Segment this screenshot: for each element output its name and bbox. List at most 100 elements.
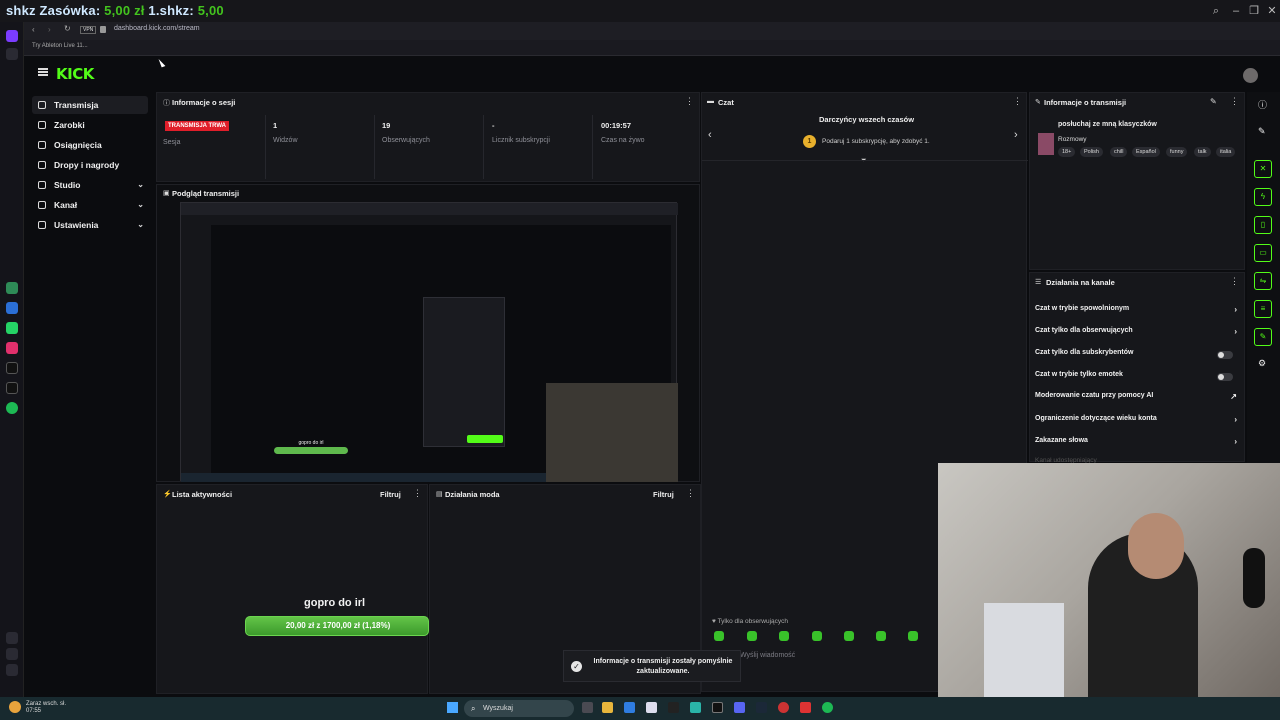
chevron-left-icon[interactable]: ‹	[708, 129, 712, 141]
kebab-menu-icon[interactable]: ⋮	[686, 488, 695, 499]
ableton-icon[interactable]	[668, 702, 679, 713]
slow-mode-row[interactable]: Czat w trybie spowolnionym ›	[1035, 305, 1241, 319]
account-age-row[interactable]: Ograniczenie dotyczące wieku konta ›	[1035, 415, 1241, 429]
banned-words-row[interactable]: Zakazane słowa ›	[1035, 437, 1241, 451]
chevron-right-icon: ›	[1234, 415, 1237, 424]
forward-icon[interactable]: ›	[48, 25, 51, 34]
spotify-icon[interactable]	[6, 402, 18, 414]
whatsapp-icon[interactable]	[6, 322, 18, 334]
chat-input[interactable]: Wyślij wiadomość	[712, 648, 940, 666]
kebab-menu-icon[interactable]: ⋮	[1230, 96, 1239, 107]
chevron-right-icon[interactable]: ›	[1014, 129, 1018, 141]
ai-moderation-row[interactable]: Moderowanie czatu przy pomocy AI ↗	[1035, 392, 1241, 406]
emote-icon[interactable]	[876, 631, 886, 641]
sidebar-item-ustawienia[interactable]: Ustawienia ⌄	[32, 216, 148, 234]
sidebar-item-zarobki[interactable]: Zarobki	[32, 116, 148, 134]
emote-icon[interactable]	[714, 631, 724, 641]
weather-widget[interactable]: Zaraz wsch. sł. 07:55	[26, 701, 66, 715]
filter-button[interactable]: Filtruj	[653, 490, 674, 499]
sidebar-item-transmisja[interactable]: Transmisja	[32, 96, 148, 114]
leaderboard-message: Podaruj 1 subskrypcję, aby zdobyć 1.	[822, 138, 930, 145]
emote-icon[interactable]	[779, 631, 789, 641]
sidebar-item-dropy[interactable]: Dropy i nagrody	[32, 156, 148, 174]
emote-icon[interactable]	[812, 631, 822, 641]
steam-icon[interactable]	[756, 702, 767, 713]
sidebar-item-kanal[interactable]: Kanał ⌄	[32, 196, 148, 214]
url-text[interactable]: dashboard.kick.com/stream	[114, 25, 200, 32]
kebab-menu-icon[interactable]: ⋮	[1230, 276, 1239, 287]
bookmark-item[interactable]: Try Ableton Live 11...	[32, 43, 88, 49]
browser-home-icon[interactable]	[6, 30, 18, 42]
opera-icon[interactable]	[778, 702, 789, 713]
file-explorer-icon[interactable]	[602, 702, 613, 713]
tiktok-icon[interactable]	[6, 362, 18, 374]
kebab-menu-icon[interactable]: ⋮	[685, 96, 694, 107]
app-icon[interactable]	[690, 702, 701, 713]
webcam-overlay	[938, 463, 1280, 720]
tag: Polish	[1080, 147, 1103, 157]
lock-icon	[100, 26, 106, 33]
more-tools-icon[interactable]: ⚙	[1258, 358, 1266, 369]
edit-icon[interactable]: ✎	[1210, 97, 1217, 106]
wrench-icon[interactable]: ✎	[1254, 328, 1272, 346]
task-view-icon[interactable]	[582, 702, 593, 713]
connections-icon[interactable]: ⇋	[1254, 272, 1272, 290]
discord-icon[interactable]	[734, 702, 745, 713]
heart-icon[interactable]	[6, 632, 18, 644]
stream-preview-video[interactable]: gopro do irl	[180, 202, 678, 482]
lightning-icon[interactable]: ϟ	[1254, 188, 1272, 206]
emote-only-toggle[interactable]	[1217, 373, 1233, 381]
info-icon[interactable]: ⓘ	[1258, 98, 1267, 111]
star-icon[interactable]	[6, 48, 18, 60]
pencil-icon[interactable]: ✎	[1258, 126, 1266, 137]
list-icon[interactable]: ≡	[1254, 300, 1272, 318]
spotify-icon[interactable]	[822, 702, 833, 713]
app-icon[interactable]	[800, 702, 811, 713]
taskbar-search[interactable]: ⌕ Wyszukaj	[464, 700, 574, 717]
messenger-icon[interactable]	[6, 302, 18, 314]
kebab-menu-icon[interactable]: ⋮	[1013, 96, 1022, 107]
reload-icon[interactable]: ↻	[64, 24, 71, 33]
close-icon[interactable]: ✕	[1264, 3, 1280, 19]
tag: Español	[1132, 147, 1160, 157]
emote-only-row: Czat w trybie tylko emotek	[1035, 371, 1241, 385]
tag: italia	[1216, 147, 1236, 157]
settings-icon[interactable]	[6, 664, 18, 676]
sidebar-item-studio[interactable]: Studio ⌄	[32, 176, 148, 194]
store-icon[interactable]	[646, 702, 657, 713]
tool-button-1[interactable]: ✕	[1254, 160, 1272, 178]
avatar[interactable]	[1243, 68, 1258, 83]
collapse-icon[interactable]: ⏷	[861, 157, 867, 165]
info-icon: ⓘ	[163, 100, 170, 107]
document-icon[interactable]: ▯	[1254, 216, 1272, 234]
webcam-person-head	[1128, 513, 1184, 579]
sidebar-item-osiagniecia[interactable]: Osiągnięcia	[32, 136, 148, 154]
maximize-icon[interactable]: ❐	[1246, 3, 1262, 19]
emote-icon[interactable]	[747, 631, 757, 641]
menu-icon[interactable]	[38, 68, 48, 76]
search-icon[interactable]: ⌕	[1208, 3, 1224, 19]
back-icon[interactable]: ‹	[32, 25, 35, 34]
vpn-icon[interactable]: VPN	[80, 26, 97, 34]
emote-icon[interactable]	[908, 631, 918, 641]
windows-start-icon[interactable]	[447, 702, 458, 713]
microphone-icon	[1243, 548, 1265, 608]
kebab-menu-icon[interactable]: ⋮	[413, 488, 422, 499]
history-icon[interactable]	[6, 648, 18, 660]
instagram-icon[interactable]	[6, 342, 18, 354]
filter-button[interactable]: Filtruj	[380, 490, 401, 499]
preview-edit-modal	[423, 297, 505, 447]
edge-icon[interactable]	[624, 702, 635, 713]
chat-bubble-icon[interactable]: ▭	[1254, 244, 1272, 262]
app-icon[interactable]	[6, 282, 18, 294]
action-label: Czat tylko dla obserwujących	[1035, 327, 1133, 334]
subscribers-only-toggle[interactable]	[1217, 351, 1233, 359]
emote-icon[interactable]	[844, 631, 854, 641]
x-icon[interactable]	[6, 382, 18, 394]
weather-icon[interactable]	[9, 701, 21, 713]
address-bar[interactable]: ‹ › ↻ VPN dashboard.kick.com/stream	[24, 22, 1280, 40]
obs-icon[interactable]	[712, 702, 723, 713]
kick-logo[interactable]: KICK	[56, 65, 94, 83]
followers-only-row[interactable]: Czat tylko dla obserwujących ›	[1035, 327, 1241, 341]
minimize-icon[interactable]: –	[1228, 3, 1244, 19]
